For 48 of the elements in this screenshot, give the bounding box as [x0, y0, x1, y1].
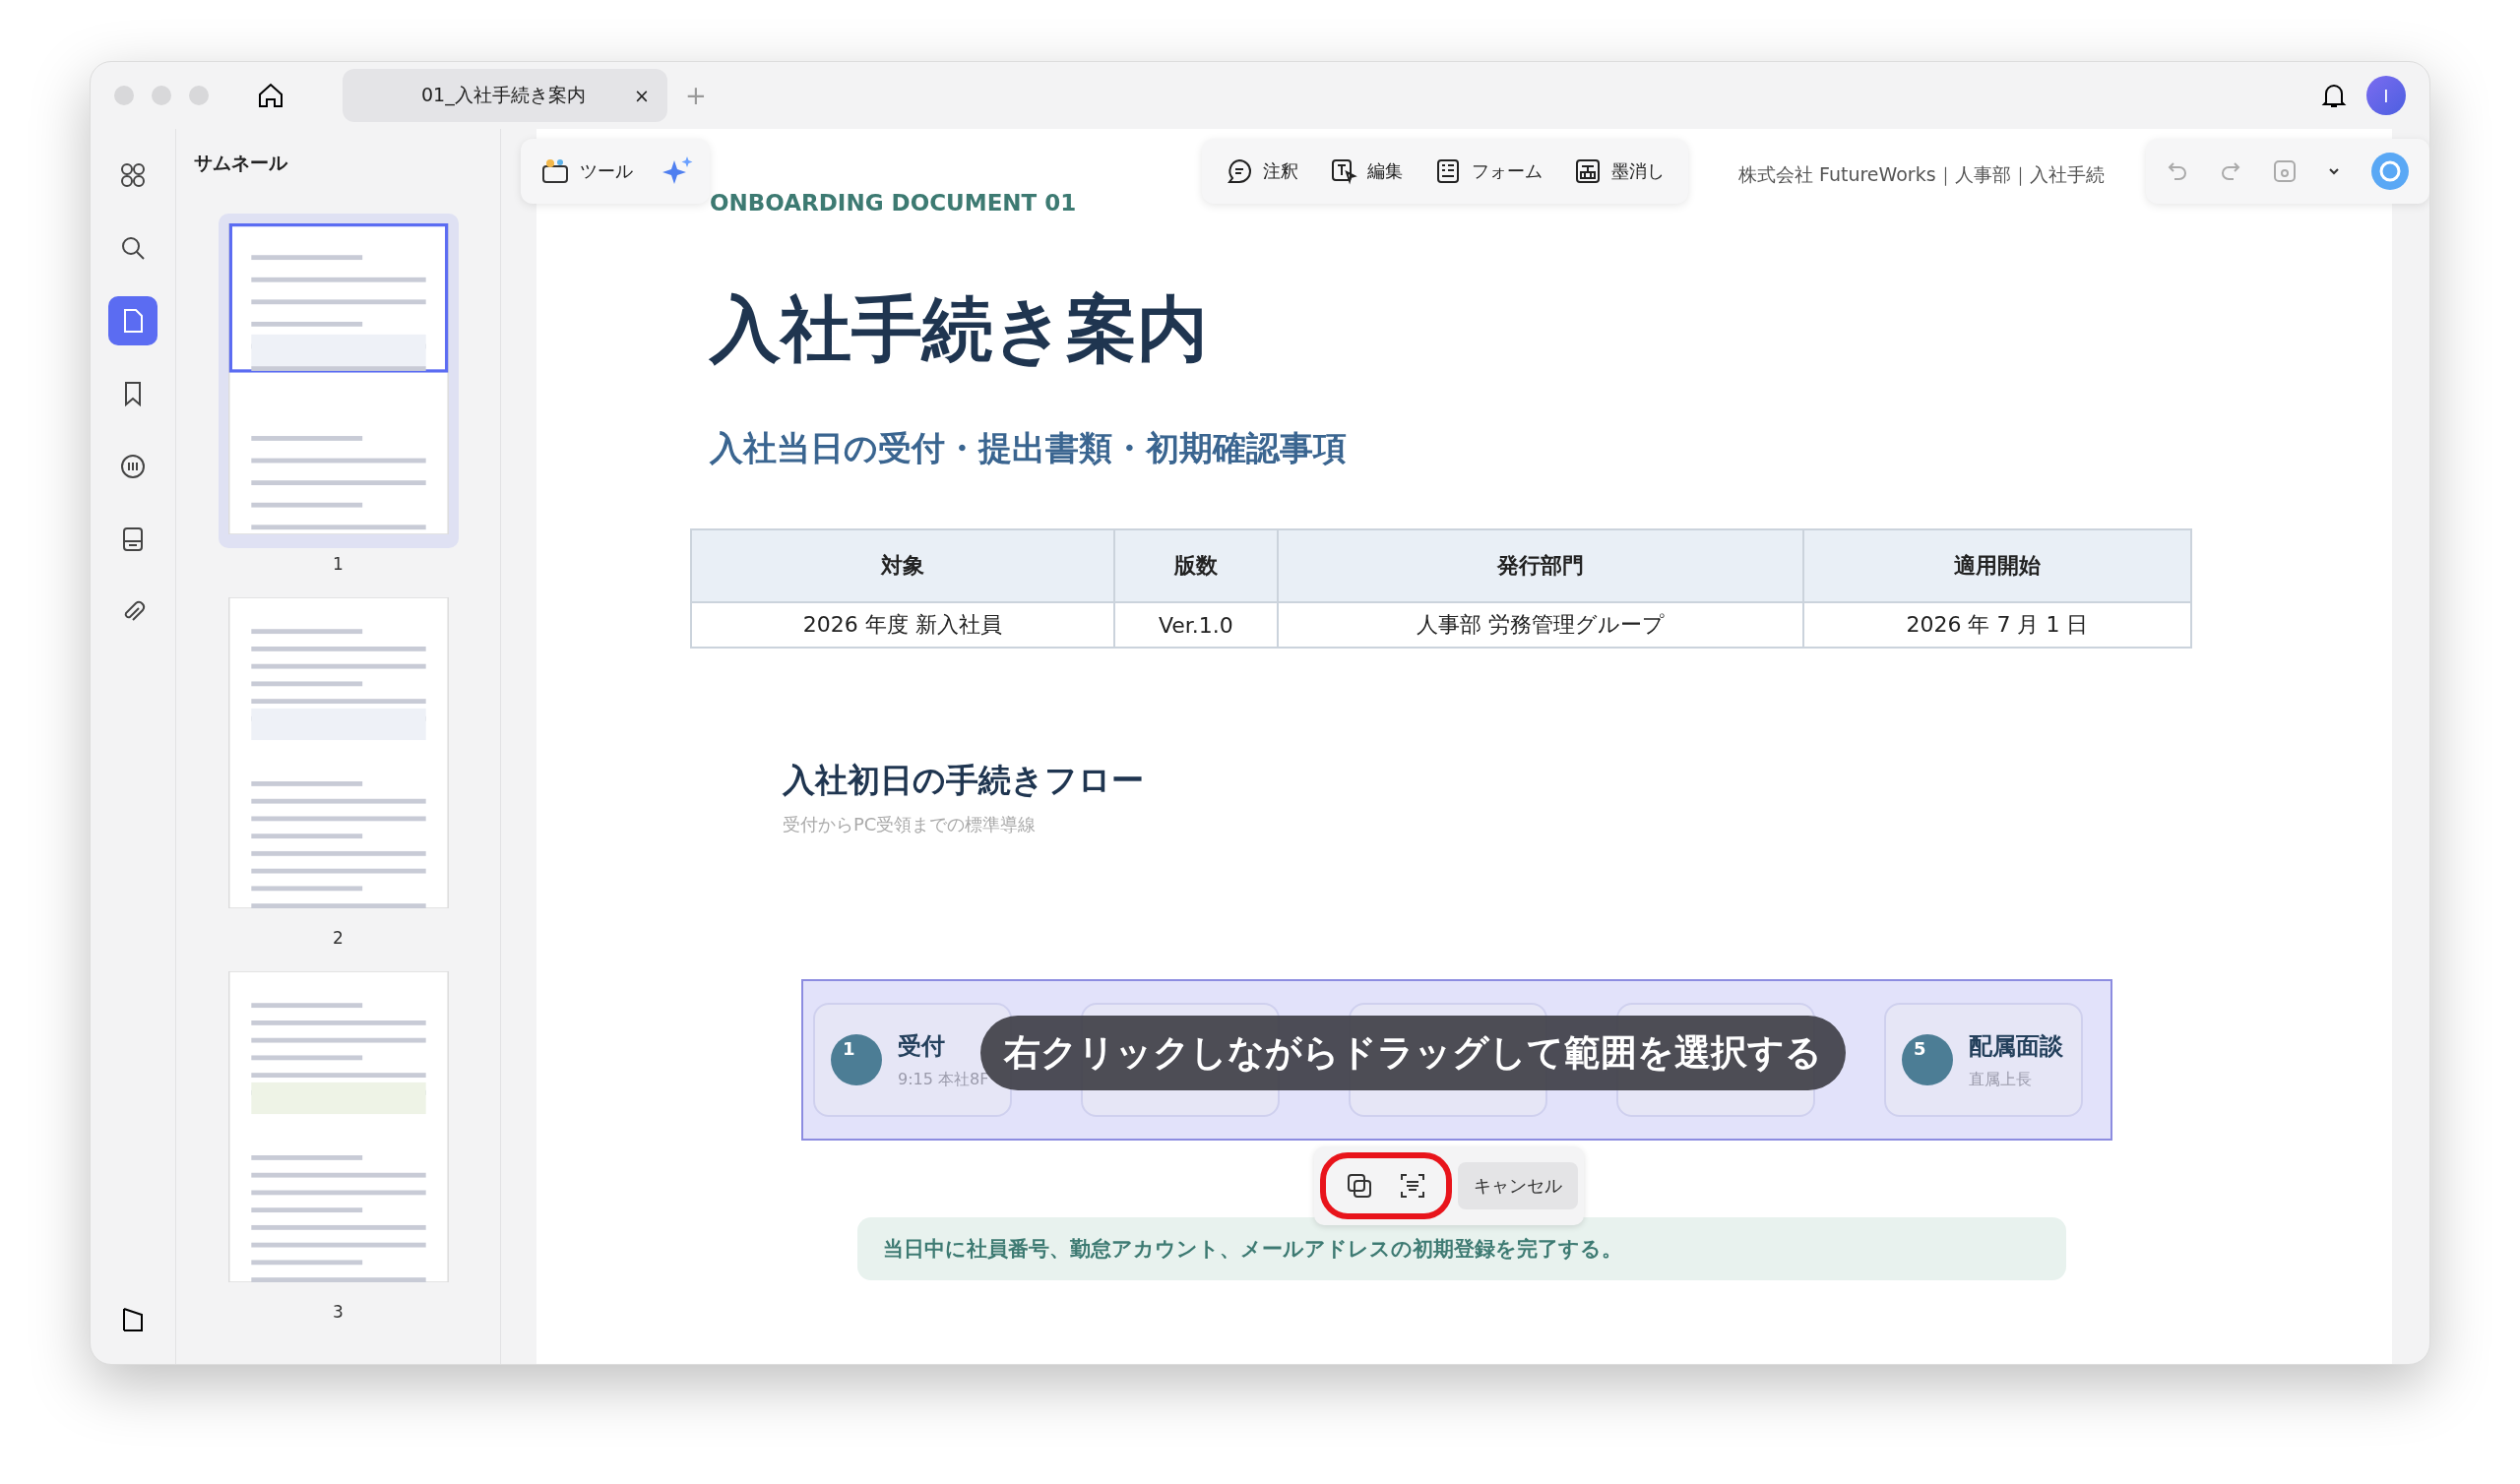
comment-icon: [1226, 157, 1253, 185]
toolbar-button[interactable]: フォーム: [1430, 154, 1546, 189]
note-banner: 当日中に社員番号、勤怠アカウント、メールアドレスの初期登録を完了する。: [857, 1217, 2066, 1280]
step-title: 配属面談: [1969, 1030, 2063, 1062]
search-icon: [119, 234, 147, 262]
page-number: 1: [333, 554, 344, 574]
step-caption: 直属上長: [1969, 1069, 2033, 1090]
column-header: 発行部門: [1278, 529, 1803, 602]
step-caption: 9:15 本社8F: [898, 1069, 989, 1090]
toolbox-icon: [540, 156, 570, 186]
breadcrumb: 株式会社 FutureWorks｜人事部｜入社手続: [1738, 162, 2106, 188]
form-icon: [1434, 157, 1462, 185]
page-number: 3: [333, 1302, 344, 1322]
toolbar-button[interactable]: 編集: [1326, 154, 1407, 189]
document-tab[interactable]: 01_入社手続き案内 ×: [343, 69, 667, 122]
scan-text-icon: [1399, 1172, 1426, 1200]
step-title: 受付: [898, 1030, 946, 1062]
column-header: 版数: [1113, 529, 1279, 602]
copy-icon: [1346, 1172, 1373, 1200]
close-tab-button[interactable]: ×: [634, 85, 650, 106]
table-cell: 人事部 労務管理グループ: [1278, 602, 1803, 648]
home-icon[interactable]: [256, 81, 285, 110]
page-number: 2: [333, 928, 344, 948]
section-caption: 受付からPC受領までの標準導線: [783, 813, 1038, 836]
document-eyebrow: ONBOARDING DOCUMENT 01: [710, 190, 1078, 216]
text-cursor-icon: [1330, 157, 1357, 185]
section-heading: 入社初日の手続きフロー: [783, 760, 1145, 801]
table-cell: Ver.1.0: [1113, 602, 1279, 648]
table-cell: 2026 年 7 月 1 日: [1802, 602, 2191, 648]
user-avatar[interactable]: I: [2366, 76, 2406, 115]
sidebar-tool-button[interactable]: [108, 296, 158, 345]
column-header: 適用開始: [1802, 529, 2191, 602]
step-number: 5: [1902, 1034, 1953, 1085]
tools-button[interactable]: ツール: [536, 153, 637, 190]
toolbar-button[interactable]: 墨消し: [1570, 154, 1669, 189]
table-cell: 2026 年度 新入社員: [691, 602, 1114, 648]
redact-icon: [1574, 157, 1602, 185]
sidebar-title: サムネール: [194, 151, 288, 175]
column-header: 対象: [691, 529, 1114, 602]
step-number: 1: [831, 1034, 882, 1085]
cancel-button[interactable]: キャンセル: [1458, 1162, 1578, 1209]
assistant-icon[interactable]: [2370, 152, 2410, 191]
tab-title: 01_入社手続き案内: [421, 83, 586, 108]
document-subtitle: 入社当日の受付・提出書類・初期確認事項: [710, 427, 1348, 469]
document-title: 入社手続き案内: [710, 286, 1209, 372]
comment-icon: [119, 453, 147, 480]
toolbar-button[interactable]: 注釈: [1222, 154, 1302, 189]
grid-icon: [119, 161, 147, 189]
